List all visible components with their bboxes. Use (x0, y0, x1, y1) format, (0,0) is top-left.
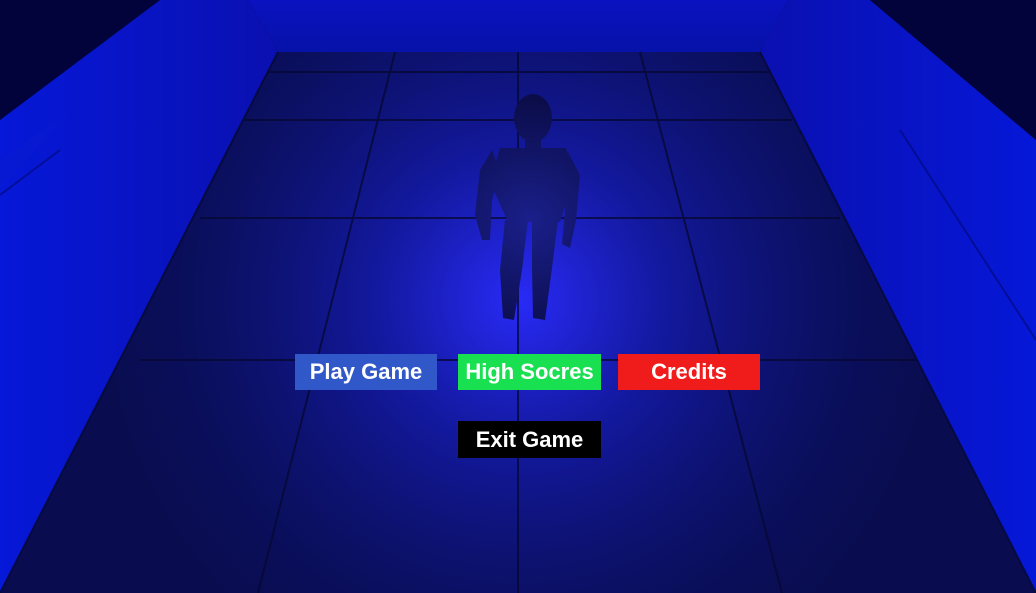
play-game-button[interactable]: Play Game (295, 354, 437, 390)
high-scores-button[interactable]: High Socres (458, 354, 601, 390)
room-background (0, 0, 1036, 593)
exit-game-label: Exit Game (475, 426, 584, 452)
exit-game-button[interactable]: Exit Game (458, 421, 601, 458)
play-game-label: Play Game (309, 359, 423, 384)
credits-label: Credits (651, 359, 727, 384)
back-wall (248, 0, 788, 52)
game-main-menu: Play Game High Socres Credits Exit Game (0, 0, 1036, 593)
credits-button[interactable]: Credits (618, 354, 760, 390)
high-scores-label: High Socres (465, 359, 594, 384)
